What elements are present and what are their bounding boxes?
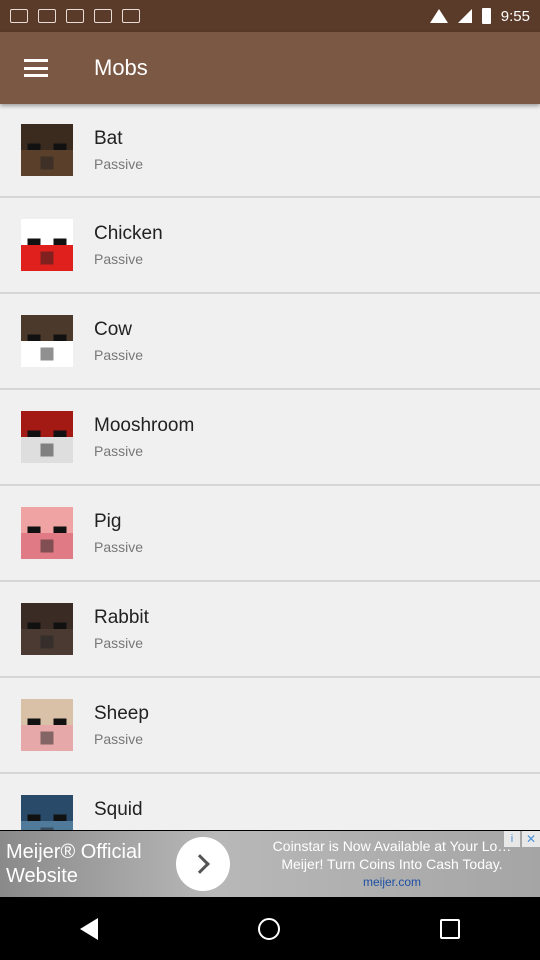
ad-arrow-icon[interactable] [176,837,230,891]
hamburger-menu-icon [24,59,48,77]
mob-type: Passive [94,251,144,267]
list-item[interactable]: Chicken Passive [0,198,540,294]
mob-name: Chicken [94,223,163,244]
mob-name: Squid [94,799,143,820]
cow-face-icon [21,315,73,367]
mob-name: Rabbit [94,607,149,628]
mob-name: Sheep [94,703,149,724]
mob-name: Cow [94,319,133,340]
list-item[interactable]: Cow Passive [0,294,540,390]
mob-text: Rabbit Passive [94,607,149,651]
mob-name: Pig [94,511,122,532]
ad-headline: Meijer® Official Website [6,841,142,887]
list-item[interactable]: Bat Passive [0,104,540,198]
notification-icon [38,9,56,23]
back-icon[interactable] [80,917,98,940]
chicken-face-icon [21,219,73,271]
mob-type: Passive [94,347,144,363]
mob-list[interactable]: Bat Passive Chicken Passive Cow Passive Mooshr… [0,104,540,830]
app-bar: Mobs [0,32,540,104]
signal-icon [457,9,472,23]
pig-face-icon [21,507,73,559]
mob-type: Passive [94,827,143,830]
rabbit-face-icon [21,603,73,655]
mob-text: Squid Passive [94,799,143,830]
mob-name: Bat [94,128,123,149]
ad-info-icon[interactable]: i [504,831,520,847]
squid-face-icon [21,795,73,830]
mooshroom-face-icon [21,411,73,463]
mob-text: Cow Passive [94,319,143,363]
notification-icon [94,9,112,23]
status-time: 9:55 [500,7,530,25]
mob-text: Bat Passive [94,128,143,172]
list-item[interactable]: Rabbit Passive [0,582,540,678]
list-item[interactable]: Squid Passive [0,774,540,830]
mob-text: Pig Passive [94,511,143,555]
sheep-face-icon [21,699,73,751]
battery-icon [481,8,491,24]
mob-type: Passive [94,635,144,651]
notification-icon [10,9,28,23]
recent-apps-icon[interactable] [440,918,460,939]
notification-icon [122,9,140,23]
mob-text: Sheep Passive [94,703,149,747]
mob-text: Chicken Passive [94,223,163,267]
ad-description: Coinstar is Now Available at Your Lo… Me… [252,837,532,891]
navigation-bar [0,897,540,960]
mob-name: Mooshroom [94,415,195,436]
mob-type: Passive [94,731,144,747]
menu-button[interactable] [0,32,72,104]
mob-type: Passive [94,539,144,555]
ad-url: meijer.com [362,875,421,889]
mob-type: Passive [94,156,144,172]
status-bar: 9:55 [0,0,540,32]
list-item[interactable]: Mooshroom Passive [0,390,540,486]
ad-banner[interactable]: Meijer® Official Website Coinstar is Now… [0,831,540,897]
ad-body: Coinstar is Now Available at Your Lo… Me… [272,838,512,872]
bat-face-icon [21,124,73,176]
mob-type: Passive [94,443,144,459]
notification-icons [10,9,140,23]
wifi-icon [429,9,448,23]
list-item[interactable]: Sheep Passive [0,678,540,774]
list-item[interactable]: Pig Passive [0,486,540,582]
page-title: Mobs [94,55,148,80]
mob-text: Mooshroom Passive [94,415,194,459]
home-icon[interactable] [258,917,280,940]
notification-icon [66,9,84,23]
ad-close-icon[interactable]: ✕ [522,831,540,847]
